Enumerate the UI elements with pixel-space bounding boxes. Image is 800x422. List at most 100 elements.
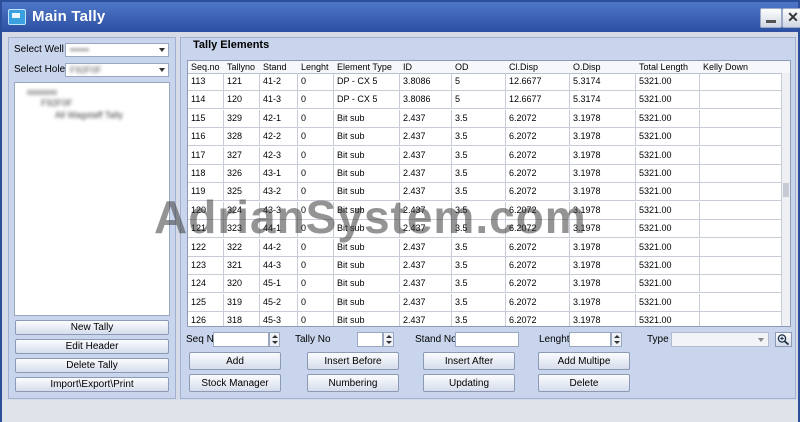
table-cell: Bit sub — [334, 257, 400, 274]
tree-node[interactable]: oooooo — [27, 87, 57, 97]
table-cell: 3.1978 — [570, 146, 636, 164]
table-cell: 114 — [188, 91, 224, 109]
table-cell: 3.1978 — [570, 293, 636, 311]
column-header[interactable]: Cl.Disp — [506, 61, 570, 73]
column-header[interactable]: ID — [400, 61, 452, 73]
select-hole-combo[interactable]: F92F0F — [65, 63, 169, 77]
table-row[interactable]: 124 320 45-1 0 Bit sub 2.437 3.5 6.2072 3.1978 53… — [188, 275, 784, 294]
column-header[interactable]: Tallyno — [224, 61, 260, 73]
table-cell: 3.5 — [452, 312, 506, 326]
table-cell: 6.2072 — [506, 109, 570, 127]
table-cell: 318 — [224, 312, 260, 326]
delete-button[interactable]: Delete — [538, 374, 630, 392]
table-row[interactable]: 116 328 42-2 0 Bit sub 2.437 3.5 6.2072 3.1978 53… — [188, 128, 784, 147]
table-row[interactable]: 117 327 42-3 0 Bit sub 2.437 3.5 6.2072 3.1978 53… — [188, 146, 784, 165]
column-header[interactable]: Lenght — [298, 61, 334, 73]
table-cell — [700, 257, 784, 274]
table-row[interactable]: 126 318 45-3 0 Bit sub 2.437 3.5 6.2072 3.1978 53… — [188, 312, 784, 326]
table-cell: 0 — [298, 275, 334, 293]
table-cell — [700, 73, 784, 90]
insert-before-button[interactable]: Insert Before — [307, 352, 399, 370]
table-row[interactable]: 114 120 41-3 0 DP - CX 5 3.8086 5 12.6677 5.3174… — [188, 91, 784, 110]
type-combo[interactable] — [671, 332, 769, 347]
import-export-print-button[interactable]: Import\Export\Print — [15, 377, 169, 392]
add-multiple-button[interactable]: Add Multipe — [538, 352, 630, 370]
window-title: Main Tally — [32, 8, 106, 25]
column-header[interactable]: OD — [452, 61, 506, 73]
updating-button[interactable]: Updating — [423, 374, 515, 392]
table-row[interactable]: 115 329 42-1 0 Bit sub 2.437 3.5 6.2072 3.1978 53… — [188, 109, 784, 128]
table-cell: 0 — [298, 109, 334, 127]
well-tree[interactable]: oooooo F92F0F All Wagstaff Tally — [14, 82, 170, 316]
scrollbar-thumb[interactable] — [783, 183, 789, 197]
delete-tally-button[interactable]: Delete Tally — [15, 358, 169, 373]
add-button[interactable]: Add — [189, 352, 281, 370]
column-header[interactable]: Stand — [260, 61, 298, 73]
table-cell: 5321.00 — [636, 238, 700, 256]
column-header[interactable]: Element Type — [334, 61, 400, 73]
table-cell: 320 — [224, 275, 260, 293]
select-hole-label: Select Hole : — [14, 64, 71, 75]
table-row[interactable]: 125 319 45-2 0 Bit sub 2.437 3.5 6.2072 3.1978 53… — [188, 293, 784, 312]
table-cell: 6.2072 — [506, 293, 570, 311]
table-cell: 42-1 — [260, 109, 298, 127]
table-row[interactable]: 118 326 43-1 0 Bit sub 2.437 3.5 6.2072 3.1978 53… — [188, 165, 784, 183]
length-spinner[interactable] — [611, 332, 622, 347]
table-cell: Bit sub — [334, 128, 400, 146]
seq-no-spinner[interactable] — [269, 332, 280, 347]
table-cell: 0 — [298, 128, 334, 146]
table-cell: 118 — [188, 165, 224, 182]
table-cell: 42-2 — [260, 128, 298, 146]
vertical-scrollbar[interactable] — [781, 73, 790, 326]
table-cell: 5321.00 — [636, 146, 700, 164]
left-panel: Select Well : •••••• Select Hole : F92F0… — [8, 37, 176, 399]
column-header[interactable]: O.Disp — [570, 61, 636, 73]
table-row[interactable]: 123 321 44-3 0 Bit sub 2.437 3.5 6.2072 3.1978 53… — [188, 257, 784, 275]
close-icon[interactable]: ✕ — [782, 8, 800, 28]
numbering-button[interactable]: Numbering — [307, 374, 399, 392]
table-cell — [700, 165, 784, 182]
table-cell: 6.2072 — [506, 312, 570, 326]
table-cell: 328 — [224, 128, 260, 146]
table-cell: 6.2072 — [506, 275, 570, 293]
table-cell — [700, 146, 784, 164]
stock-manager-button[interactable]: Stock Manager — [189, 374, 281, 392]
table-cell: 3.1978 — [570, 109, 636, 127]
table-cell — [700, 275, 784, 293]
table-cell: 45-2 — [260, 293, 298, 311]
column-header[interactable]: Kelly Down — [700, 61, 784, 73]
table-cell: 42-3 — [260, 146, 298, 164]
table-cell: 3.1978 — [570, 165, 636, 182]
table-cell — [700, 91, 784, 109]
stand-no-input[interactable] — [455, 332, 519, 347]
table-cell: 6.2072 — [506, 165, 570, 182]
select-hole-value: F92F0F — [70, 65, 102, 75]
table-cell: 45-1 — [260, 275, 298, 293]
column-header[interactable]: Total Length — [636, 61, 700, 73]
title-bar[interactable]: Main Tally ✕ — [2, 2, 800, 32]
column-header[interactable]: Seq.no — [188, 61, 224, 73]
tally-no-input[interactable] — [357, 332, 383, 347]
minimize-icon[interactable] — [760, 8, 782, 28]
tally-no-spinner[interactable] — [383, 332, 394, 347]
table-cell — [700, 109, 784, 127]
panel-title: Tally Elements — [193, 39, 270, 51]
table-cell: 2.437 — [400, 128, 452, 146]
seq-no-input[interactable] — [213, 332, 269, 347]
table-cell: 327 — [224, 146, 260, 164]
table-cell: 3.1978 — [570, 275, 636, 293]
table-cell: Bit sub — [334, 146, 400, 164]
edit-header-button[interactable]: Edit Header — [15, 339, 169, 354]
chevron-down-icon — [159, 48, 165, 52]
select-well-combo[interactable]: •••••• — [65, 43, 169, 57]
length-input[interactable] — [569, 332, 611, 347]
tree-node[interactable]: All Wagstaff Tally — [55, 110, 123, 120]
new-tally-button[interactable]: New Tally — [15, 320, 169, 335]
table-cell — [700, 201, 784, 219]
tree-node[interactable]: F92F0F — [41, 98, 73, 108]
table-cell: 0 — [298, 73, 334, 90]
table-row[interactable]: 113 121 41-2 0 DP - CX 5 3.8086 5 12.6677 5.3174… — [188, 73, 784, 91]
table-cell: 3.5 — [452, 293, 506, 311]
magnifier-icon[interactable] — [775, 332, 792, 347]
insert-after-button[interactable]: Insert After — [423, 352, 515, 370]
